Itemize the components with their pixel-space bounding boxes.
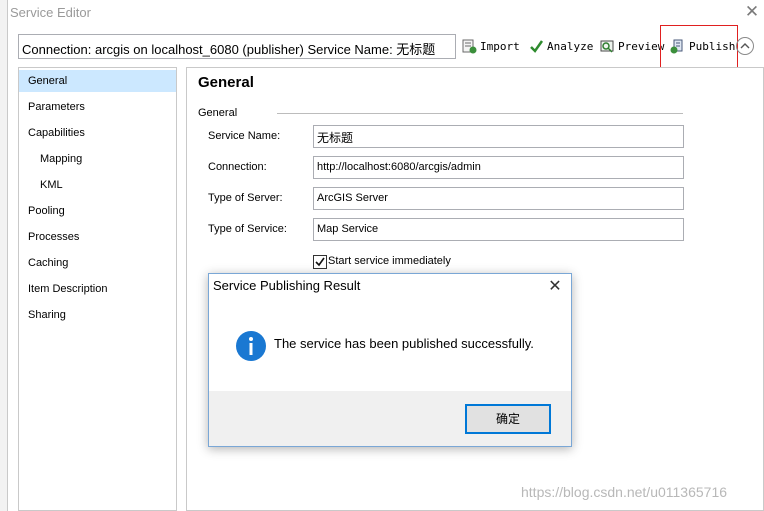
connection-value: http://localhost:6080/arcgis/admin [317, 161, 481, 173]
sidebar-item-capabilities[interactable]: Capabilities [19, 122, 176, 144]
sidebar-item-label: Sharing [28, 309, 66, 321]
sidebar-nav: General Parameters Capabilities Mapping … [18, 67, 177, 511]
connection-field[interactable]: http://localhost:6080/arcgis/admin [313, 156, 684, 179]
publishing-result-dialog: Service Publishing Result ✕ The service … [208, 273, 572, 447]
checkmark-icon [315, 257, 325, 267]
server-type-label: Type of Server: [208, 192, 283, 204]
sidebar-item-label: Capabilities [28, 127, 85, 139]
window-close-icon[interactable]: ✕ [744, 3, 760, 21]
sidebar-item-kml[interactable]: KML [19, 174, 176, 196]
sidebar-item-label: General [28, 75, 68, 87]
title-bar [8, 0, 764, 26]
import-label: Import [480, 39, 520, 53]
service-name-field[interactable]: 无标题 [313, 125, 684, 148]
sidebar-item-label: KML [40, 179, 63, 191]
analyze-label: Analyze [547, 39, 594, 53]
dialog-close-icon[interactable]: ✕ [545, 277, 565, 297]
sidebar-item-label: Caching [28, 257, 69, 269]
ok-button[interactable]: 确定 [465, 404, 551, 434]
server-type-field[interactable]: ArcGIS Server [313, 187, 684, 210]
sidebar-item-label: Processes [28, 231, 80, 243]
sidebar-item-general[interactable]: General [19, 70, 176, 92]
sidebar-item-item-description[interactable]: Item Description [19, 278, 176, 300]
server-type-value: ArcGIS Server [317, 192, 388, 204]
sidebar-item-processes[interactable]: Processes [19, 226, 176, 248]
connection-info-text: Connection: arcgis on localhost_6080 (pu… [22, 42, 436, 57]
sidebar-item-mapping[interactable]: Mapping [19, 148, 176, 170]
sidebar-item-label: Mapping [40, 153, 83, 165]
service-type-label: Type of Service: [208, 223, 287, 235]
start-service-label: Start service immediately [328, 255, 451, 267]
start-service-checkbox[interactable] [313, 255, 327, 269]
group-divider [277, 113, 683, 114]
sidebar-item-caching[interactable]: Caching [19, 252, 176, 274]
preview-label: Preview [618, 39, 665, 53]
preview-button[interactable]: Preview [600, 37, 664, 55]
window-left-edge [0, 0, 8, 511]
sidebar-item-pooling[interactable]: Pooling [19, 200, 176, 222]
analyze-check-icon [530, 39, 544, 53]
service-name-value: 无标题 [317, 131, 354, 145]
connection-info-box: Connection: arcgis on localhost_6080 (pu… [18, 34, 456, 59]
group-label: General [198, 107, 238, 119]
info-icon [235, 330, 267, 365]
sidebar-item-sharing[interactable]: Sharing [19, 304, 176, 326]
preview-icon [600, 40, 614, 53]
import-icon [462, 39, 477, 53]
analyze-button[interactable]: Analyze [529, 37, 593, 55]
window-title: Service Editor [10, 5, 91, 20]
watermark-text: https://blog.csdn.net/u011365716 [521, 484, 728, 500]
collapse-up-icon[interactable] [736, 37, 754, 55]
sidebar-item-label: Parameters [28, 101, 85, 113]
sidebar-item-label: Item Description [28, 283, 108, 295]
service-name-label: Service Name: [208, 130, 281, 142]
sidebar-item-label: Pooling [28, 205, 65, 217]
connection-label: Connection: [208, 161, 267, 173]
dialog-title: Service Publishing Result [213, 278, 361, 293]
service-editor-window: Service Editor ✕ Connection: arcgis on l… [0, 0, 764, 511]
panel-title: General [198, 74, 254, 91]
dialog-message: The service has been published successfu… [274, 336, 534, 351]
import-button[interactable]: Import [462, 37, 520, 55]
service-type-field[interactable]: Map Service [313, 218, 684, 241]
sidebar-item-parameters[interactable]: Parameters [19, 96, 176, 118]
service-type-value: Map Service [317, 223, 379, 235]
